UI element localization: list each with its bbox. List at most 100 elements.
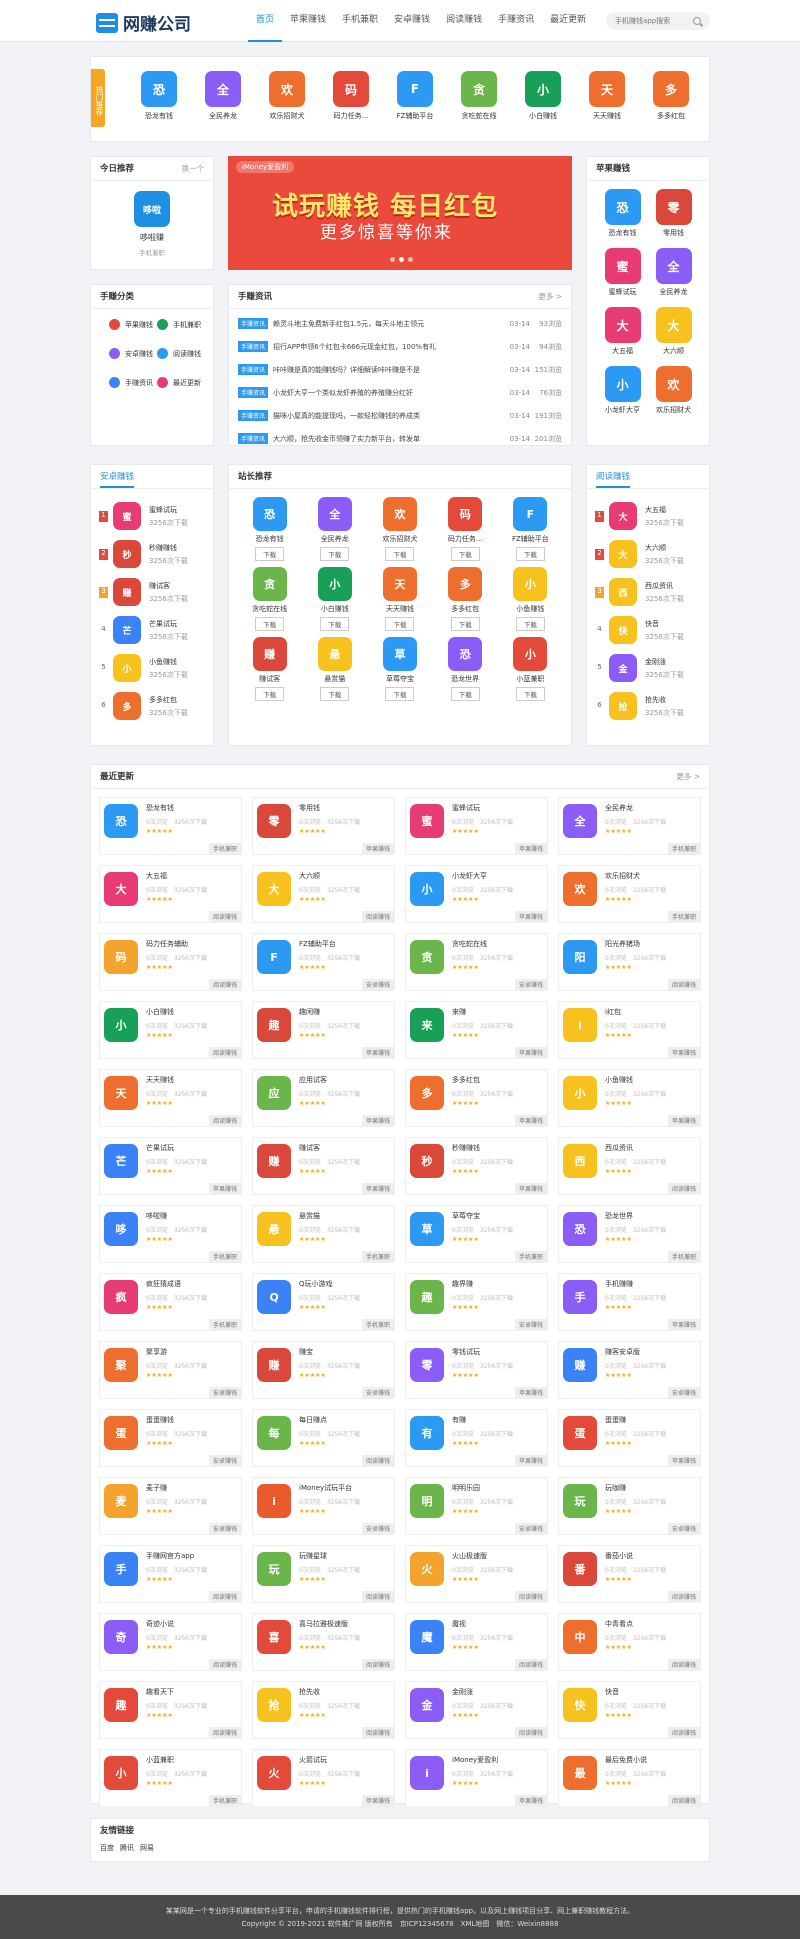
app-card-category[interactable]: 手机兼职 [361,1251,394,1262]
app-icon[interactable]: 趣 [104,1688,138,1722]
app-card[interactable]: 麦麦子赚 0次浏览 3256次下载 ★★★★★ 安卓赚钱 [99,1477,242,1535]
app-card-category[interactable]: 阅读赚钱 [667,1795,700,1806]
app-card[interactable]: i iMoney试玩平台 0次浏览 3256次下载 ★★★★★ 安卓赚钱 [252,1477,395,1535]
app-icon[interactable]: 赚 [252,637,287,671]
app-card-category[interactable]: 阅读赚钱 [208,1115,241,1126]
app-card[interactable]: 玩玩咖赚 0次浏览 3256次下载 ★★★★★ 安卓赚钱 [558,1477,701,1535]
app-card[interactable]: 魔魔视 0次浏览 3256次下载 ★★★★★ 阅读赚钱 [405,1613,548,1671]
app-card[interactable]: 手手赚网官方app 0次浏览 3256次下载 ★★★★★ 阅读赚钱 [99,1545,242,1603]
app-icon[interactable]: 西 [563,1144,597,1178]
rank-item[interactable]: 1 蜜蜜蜂试玩 3256次下载 [91,497,213,535]
app-card[interactable]: 手手机赚赚 0次浏览 3256次下载 ★★★★★ 苹果赚钱 [558,1273,701,1331]
download-button[interactable]: 下载 [450,547,480,561]
app-card[interactable]: 阳阳光养猪场 0次浏览 3256次下载 ★★★★★ 阅读赚钱 [558,933,701,991]
download-button[interactable]: 下载 [515,547,545,561]
hot-item[interactable]: 贪贪吃蛇在线 [447,71,511,121]
news-row[interactable]: 手赚资讯 咔咔赚是真的能赚钱吗？详细解读咔咔赚是不是 03-14 151浏览 [229,358,571,381]
app-icon[interactable]: 大 [104,872,138,906]
app-card-category[interactable]: 安卓赚钱 [208,1387,241,1398]
app-card-category[interactable]: 苹果赚钱 [514,1455,547,1466]
pager-dot[interactable] [390,257,395,262]
app-card-category[interactable]: 手机兼职 [208,1319,241,1330]
app-icon[interactable]: 每 [257,1416,291,1450]
app-card-category[interactable]: 阅读赚钱 [667,1183,700,1194]
hot-item[interactable]: F FZ辅助平台 [383,71,447,121]
app-card-category[interactable]: 阅读赚钱 [361,1727,394,1738]
app-icon[interactable]: 中 [563,1620,597,1654]
app-card[interactable]: 多多多红包 0次浏览 3256次下载 ★★★★★ 苹果赚钱 [405,1069,548,1127]
apple-app[interactable]: 蜜蜜蜂试玩 [597,248,648,297]
app-icon[interactable]: 金 [609,654,637,682]
app-card[interactable]: i iMoney爱盈利 0次浏览 3256次下载 ★★★★★ 苹果赚钱 [405,1749,548,1807]
app-icon[interactable]: 小 [410,872,444,906]
nav-home[interactable]: 首页 [248,0,283,42]
app-card-category[interactable]: 阅读赚钱 [667,1591,700,1602]
link-netease[interactable]: 网易 [140,1843,154,1853]
app-card-category[interactable]: 苹果赚钱 [361,1115,394,1126]
rank-item[interactable]: 6 抢抢先收 3256次下载 [587,687,709,725]
news-more-link[interactable]: 更多 > [538,285,562,308]
app-icon[interactable]: 有 [410,1416,444,1450]
app-card[interactable]: 恐恐龙世界 0次浏览 3256次下载 ★★★★★ 手机兼职 [558,1205,701,1263]
app-icon[interactable]: 码 [104,940,138,974]
category-item[interactable]: 安卓赚钱 [109,348,157,359]
download-button[interactable]: 下载 [385,617,415,631]
app-card[interactable]: 蛋蛋蛋赚钱 0次浏览 3256次下载 ★★★★★ 安卓赚钱 [99,1409,242,1467]
app-card[interactable]: 应应用试客 0次浏览 3256次下载 ★★★★★ 苹果赚钱 [252,1069,395,1127]
app-icon[interactable]: 天 [104,1076,138,1110]
app-card[interactable]: 趣趣闲赚 0次浏览 3256次下载 ★★★★★ 苹果赚钱 [252,1001,395,1059]
app-card[interactable]: 恐恐龙有钱 0次浏览 3256次下载 ★★★★★ 手机兼职 [99,797,242,855]
app-card-category[interactable]: 阅读赚钱 [361,911,394,922]
news-row[interactable]: 手赚资讯 大六顺，抢先收金币领赚了实力新平台，转发单 03-14 201浏览 [229,427,571,450]
app-card[interactable]: 蛋蛋蛋赚 0次浏览 3256次下载 ★★★★★ 苹果赚钱 [558,1409,701,1467]
app-card-category[interactable]: 苹果赚钱 [361,843,394,854]
news-row[interactable]: 手赚资讯 小龙虾大亨一个类似龙虾养殖的养殖赚分红奸 03-14 76浏览 [229,381,571,404]
app-card[interactable]: 有有赚 0次浏览 3256次下载 ★★★★★ 苹果赚钱 [405,1409,548,1467]
rank-item[interactable]: 4 芒芒果试玩 3256次下载 [91,611,213,649]
app-icon[interactable]: 趣 [257,1008,291,1042]
app-icon[interactable]: 赚 [563,1348,597,1382]
app-card-category[interactable]: 安卓赚钱 [667,1523,700,1534]
app-icon[interactable]: 蜜 [410,804,444,838]
app-card[interactable]: 欢欢乐招财犬 0次浏览 3256次下载 ★★★★★ 手机兼职 [558,865,701,923]
link-baidu[interactable]: 百度 [100,1843,114,1853]
news-row[interactable]: 手赚资讯 招行APP申领6个红包卡666元现金红包，100%有礼 03-14 94浏览 [229,335,571,358]
app-card-category[interactable]: 苹果赚钱 [361,1047,394,1058]
app-icon[interactable]: 恐 [141,71,177,107]
app-icon[interactable]: 小 [104,1008,138,1042]
rank-item[interactable]: 4 快快音 3256次下载 [587,611,709,649]
app-card-category[interactable]: 苹果赚钱 [514,1795,547,1806]
hot-item[interactable]: 小小白赚钱 [511,71,575,121]
app-card-category[interactable]: 阅读赚钱 [208,1047,241,1058]
app-card-category[interactable]: 手机兼职 [208,843,241,854]
app-card[interactable]: 赚赚试客 0次浏览 3256次下载 ★★★★★ 苹果赚钱 [252,1137,395,1195]
today-refresh[interactable]: 换一个 [182,157,205,180]
app-card-category[interactable]: 阅读赚钱 [208,1727,241,1738]
app-card[interactable]: 零零钱试玩 0次浏览 3256次下载 ★★★★★ 苹果赚钱 [405,1341,548,1399]
hot-item[interactable]: 欢欢乐招财犬 [255,71,319,121]
app-card[interactable]: 天天天赚钱 0次浏览 3256次下载 ★★★★★ 阅读赚钱 [99,1069,242,1127]
app-icon[interactable]: 天 [589,71,625,107]
app-card[interactable]: 贪贪吃蛇在线 0次浏览 3256次下载 ★★★★★ 安卓赚钱 [405,933,548,991]
app-icon[interactable]: 秒 [410,1144,444,1178]
rank-item[interactable]: 3 赚赚试客 3256次下载 [91,573,213,611]
app-icon[interactable]: 阳 [563,940,597,974]
nav-news[interactable]: 手赚资讯 [490,0,542,42]
app-card[interactable]: 金金刚涨 0次浏览 3256次下载 ★★★★★ 阅读赚钱 [405,1681,548,1739]
app-icon[interactable]: 魔 [410,1620,444,1654]
apple-app[interactable]: 零零用钱 [648,189,699,238]
app-card[interactable]: 草草莓夺宝 0次浏览 3256次下载 ★★★★★ 手机兼职 [405,1205,548,1263]
app-card-category[interactable]: 手机兼职 [361,1319,394,1330]
download-button[interactable]: 下载 [515,617,545,631]
app-icon[interactable]: 蜜 [604,248,641,284]
app-icon[interactable]: 大 [604,307,641,343]
nav-parttime[interactable]: 手机兼职 [334,0,386,42]
news-row[interactable]: 手赚资讯 猫咪小屋真的能提现吗，一款轻松赚钱的养成类 03-14 191浏览 [229,404,571,427]
app-icon[interactable]: 最 [563,1756,597,1790]
app-card-category[interactable]: 安卓赚钱 [514,1319,547,1330]
app-icon[interactable]: 恐 [448,637,483,671]
app-icon[interactable]: 金 [410,1688,444,1722]
app-icon[interactable]: 贪 [461,71,497,107]
app-icon[interactable]: 大 [609,502,637,530]
app-card[interactable]: 小小白赚钱 0次浏览 3256次下载 ★★★★★ 阅读赚钱 [99,1001,242,1059]
